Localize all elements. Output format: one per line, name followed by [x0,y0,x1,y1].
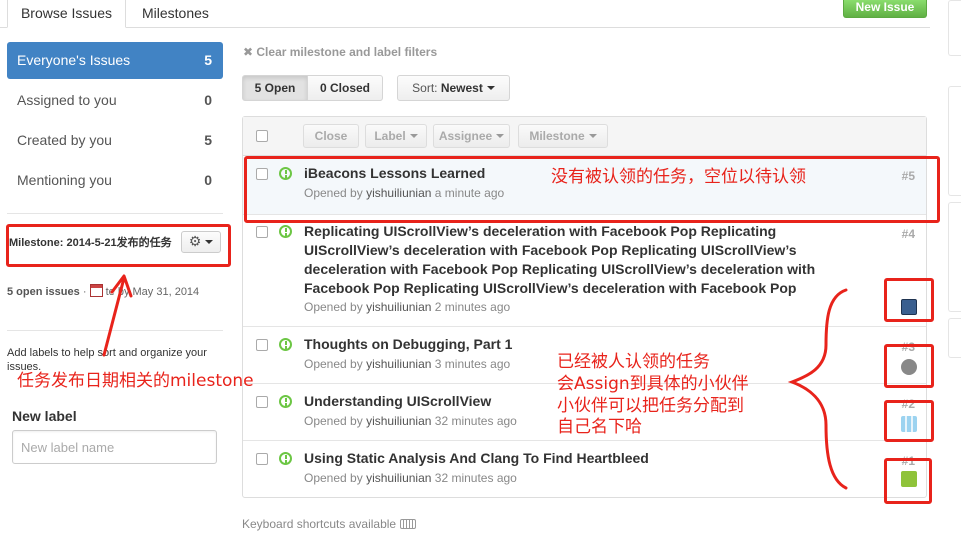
annotation-assigned-line: 会Assign到具体的小伙伴 [557,374,749,394]
annotation-strokes [102,274,848,490]
annotation-assigned-line: 自己名下哈 [557,417,642,437]
annotation-unclaimed: 没有被认领的任务，空位以待认领 [551,167,806,187]
annotation-milestone: 任务发布日期相关的milestone [17,371,254,391]
annotation-assigned-line: 小伙伴可以把任务分配到 [557,396,744,416]
annotation-assigned-line: 已经被人认领的任务 [557,352,710,372]
